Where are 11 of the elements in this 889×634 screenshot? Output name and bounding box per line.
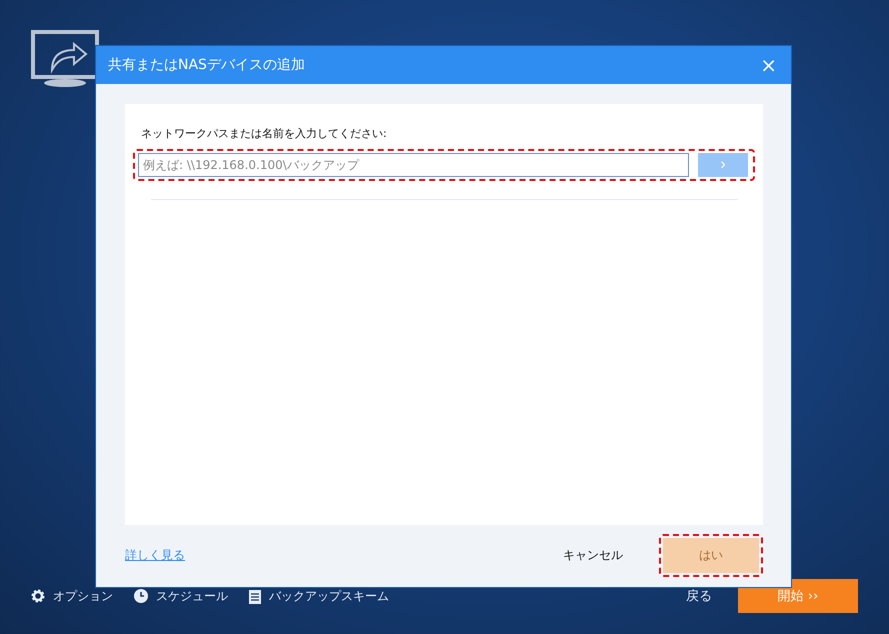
dialog-title: 共有またはNASデバイスの追加: [108, 56, 306, 74]
gear-icon: [30, 588, 46, 604]
prompt-label: ネットワークパスまたは名前を入力してください:: [141, 126, 388, 141]
toolbar-item[interactable]: バックアップスキーム: [269, 588, 389, 604]
toolbar-item[interactable]: スケジュール: [156, 588, 228, 604]
cancel-button[interactable]: キャンセル: [545, 538, 641, 572]
toolbar-item[interactable]: オプション: [53, 588, 113, 604]
monitor-share-icon: [30, 30, 102, 88]
back-link[interactable]: 戻る: [686, 587, 712, 605]
path-input-field[interactable]: 例えば: \\192.168.0.100\バックアップ: [138, 153, 689, 177]
clipboard-icon: [248, 588, 262, 604]
